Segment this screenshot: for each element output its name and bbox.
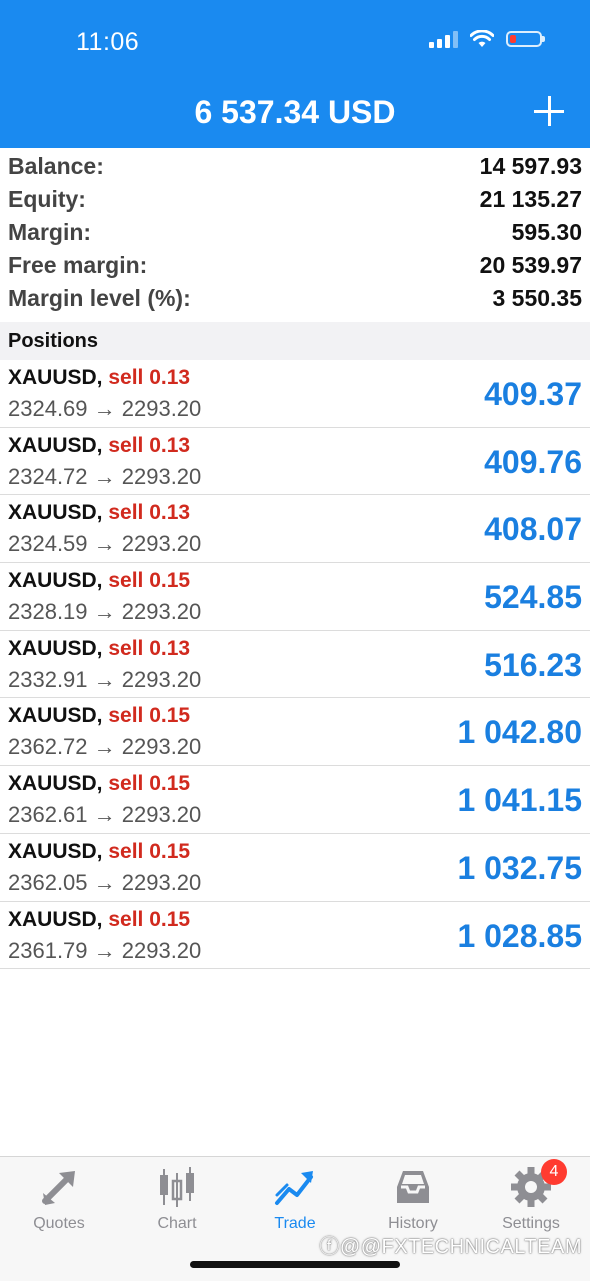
tab-trade[interactable]: Trade bbox=[236, 1165, 354, 1235]
position-profit: 409.37 bbox=[484, 376, 582, 412]
candlestick-icon bbox=[155, 1165, 199, 1209]
positions-section-header: Positions bbox=[0, 322, 590, 360]
summary-label: Balance: bbox=[8, 153, 104, 179]
summary-value: 3 550.35 bbox=[492, 285, 582, 311]
position-symbol: XAUUSD, bbox=[8, 907, 103, 931]
watermark-text: ⓕ@@FXTECHNICALTEAM bbox=[319, 1236, 582, 1258]
position-symbol: XAUUSD, bbox=[8, 636, 103, 660]
battery-icon bbox=[506, 31, 545, 47]
wifi-icon bbox=[470, 30, 494, 47]
summary-value: 595.30 bbox=[511, 219, 582, 245]
position-row[interactable]: XAUUSD, sell 0.15 2362.61 → 2293.20 1 04… bbox=[0, 766, 590, 834]
position-side: sell 0.13 bbox=[108, 501, 191, 525]
position-side: sell 0.13 bbox=[108, 433, 191, 457]
position-prices: 2362.61 → 2293.20 bbox=[8, 802, 202, 828]
summary-row-margin-level: Margin level (%): 3 550.35 bbox=[0, 282, 590, 315]
position-profit: 1 032.75 bbox=[457, 849, 582, 886]
summary-value: 14 597.93 bbox=[479, 153, 582, 179]
position-row[interactable]: XAUUSD, sell 0.15 2361.79 → 2293.20 1 02… bbox=[0, 902, 590, 970]
position-side: sell 0.13 bbox=[108, 366, 191, 389]
position-profit: 1 028.85 bbox=[457, 917, 582, 954]
position-prices: 2324.69 → 2293.20 bbox=[8, 396, 202, 421]
summary-label: Equity: bbox=[8, 186, 86, 212]
position-row[interactable]: XAUUSD, sell 0.13 2332.91 → 2293.20 516.… bbox=[0, 631, 590, 699]
position-profit: 408.07 bbox=[484, 511, 582, 548]
position-prices: 2361.79 → 2293.20 bbox=[8, 937, 202, 963]
summary-value: 20 539.97 bbox=[479, 252, 582, 278]
position-symbol: XAUUSD, bbox=[8, 704, 103, 728]
summary-label: Margin level (%): bbox=[8, 285, 191, 311]
tab-label: Quotes bbox=[33, 1215, 85, 1232]
quotes-arrows-icon bbox=[37, 1165, 81, 1209]
position-row[interactable]: XAUUSD, sell 0.15 2362.72 → 2293.20 1 04… bbox=[0, 698, 590, 767]
position-side: sell 0.15 bbox=[108, 704, 191, 728]
position-prices: 2328.19 → 2293.20 bbox=[8, 599, 202, 625]
position-row[interactable]: XAUUSD, sell 0.15 2362.05 → 2293.20 1 03… bbox=[0, 834, 590, 902]
position-symbol: XAUUSD, bbox=[8, 772, 103, 796]
status-icons bbox=[429, 30, 545, 48]
inbox-tray-icon bbox=[391, 1165, 435, 1209]
position-symbol: XAUUSD, bbox=[8, 501, 103, 525]
position-side: sell 0.15 bbox=[108, 907, 191, 931]
position-profit: 409.76 bbox=[484, 443, 582, 480]
summary-row-balance: Balance: 14 597.93 bbox=[0, 150, 590, 183]
tab-label: Chart bbox=[157, 1215, 197, 1232]
positions-list: XAUUSD, sell 0.13 2324.69 → 2293.20 409.… bbox=[0, 360, 590, 970]
settings-badge: 4 bbox=[541, 1159, 567, 1185]
position-profit: 516.23 bbox=[484, 646, 582, 683]
summary-row-free-margin: Free margin: 20 539.97 bbox=[0, 249, 590, 282]
position-profit: 1 041.15 bbox=[457, 782, 582, 819]
account-summary: Balance: 14 597.93 Equity: 21 135.27 Mar… bbox=[0, 150, 590, 315]
position-row[interactable]: XAUUSD, sell 0.15 2328.19 → 2293.20 524.… bbox=[0, 563, 590, 631]
tab-chart[interactable]: Chart bbox=[118, 1165, 236, 1235]
gear-icon: 4 bbox=[509, 1159, 567, 1209]
position-profit: 524.85 bbox=[484, 579, 582, 616]
position-symbol: XAUUSD, bbox=[8, 839, 103, 863]
summary-value: 21 135.27 bbox=[479, 186, 582, 212]
position-row[interactable]: XAUUSD, sell 0.13 2324.59 → 2293.20 408.… bbox=[0, 495, 590, 564]
position-side: sell 0.15 bbox=[108, 569, 191, 593]
summary-row-margin: Margin: 595.30 bbox=[0, 216, 590, 249]
status-time: 11:06 bbox=[76, 28, 140, 56]
position-symbol: XAUUSD, bbox=[8, 366, 103, 389]
position-row[interactable]: XAUUSD, sell 0.13 2324.72 → 2293.20 409.… bbox=[0, 428, 590, 496]
position-prices: 2324.59 → 2293.20 bbox=[8, 531, 202, 557]
summary-row-equity: Equity: 21 135.27 bbox=[0, 183, 590, 216]
app-header: 11:06 6 537.34 USD bbox=[0, 0, 590, 148]
position-row[interactable]: XAUUSD, sell 0.13 2324.69 → 2293.20 409.… bbox=[0, 360, 590, 428]
tab-quotes[interactable]: Quotes bbox=[0, 1165, 118, 1235]
add-order-button[interactable] bbox=[534, 96, 564, 126]
trade-trend-icon bbox=[273, 1165, 317, 1209]
home-indicator[interactable] bbox=[190, 1261, 400, 1268]
account-profit-title: 6 537.34 USD bbox=[194, 94, 396, 130]
position-side: sell 0.13 bbox=[108, 636, 191, 660]
position-symbol: XAUUSD, bbox=[8, 569, 103, 593]
position-profit: 1 042.80 bbox=[457, 714, 582, 751]
summary-label: Free margin: bbox=[8, 252, 148, 278]
position-symbol: XAUUSD, bbox=[8, 433, 103, 457]
summary-label: Margin: bbox=[8, 219, 92, 245]
position-prices: 2362.72 → 2293.20 bbox=[8, 734, 202, 760]
position-side: sell 0.15 bbox=[108, 839, 191, 863]
tab-settings[interactable]: 4 Settings bbox=[472, 1159, 590, 1235]
position-prices: 2324.72 → 2293.20 bbox=[8, 463, 202, 489]
position-prices: 2332.91 → 2293.20 bbox=[8, 666, 202, 692]
cellular-signal-icon bbox=[429, 30, 458, 48]
tab-history[interactable]: History bbox=[354, 1165, 472, 1235]
position-side: sell 0.15 bbox=[108, 772, 191, 796]
position-prices: 2362.05 → 2293.20 bbox=[8, 869, 202, 895]
